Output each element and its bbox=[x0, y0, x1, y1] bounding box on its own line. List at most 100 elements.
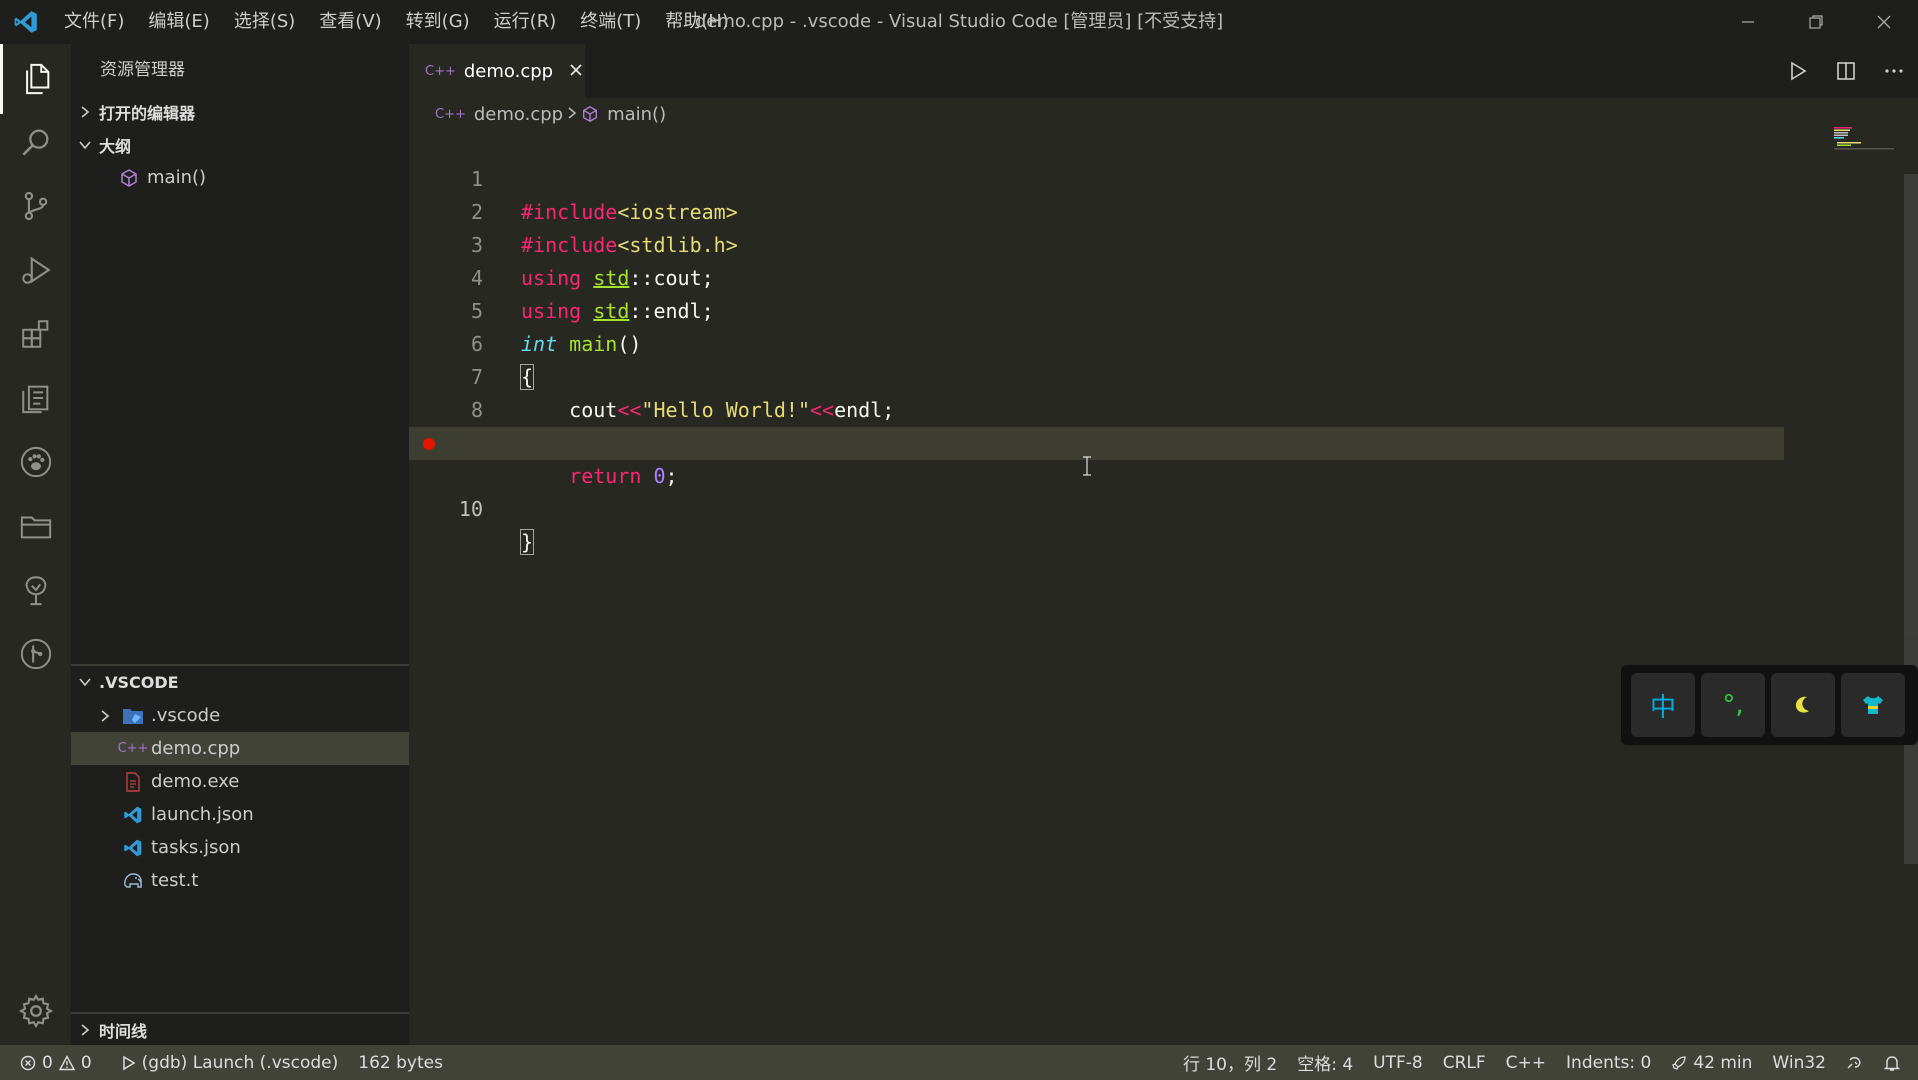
notifications-button[interactable] bbox=[1874, 1045, 1918, 1080]
search-activity[interactable] bbox=[0, 107, 71, 177]
tree-item-demo-exe[interactable]: demo.exe bbox=[71, 765, 409, 798]
files-icon bbox=[26, 63, 50, 95]
split-editor-icon bbox=[1837, 62, 1855, 80]
menu-file[interactable]: 文件(F) bbox=[52, 0, 136, 44]
chevron-right-icon bbox=[567, 104, 577, 125]
tree-item-tasks-json[interactable]: tasks.json bbox=[71, 831, 409, 864]
time-tracker[interactable]: 42 min bbox=[1661, 1045, 1762, 1080]
vertical-scrollbar[interactable] bbox=[1904, 174, 1918, 864]
warning-count: 0 bbox=[80, 1052, 92, 1073]
end-of-line[interactable]: CRLF bbox=[1433, 1045, 1496, 1080]
git-graph-activity[interactable] bbox=[0, 619, 71, 689]
cursor-position[interactable]: 行 10，列 2 bbox=[1173, 1045, 1287, 1080]
language-mode[interactable]: C++ bbox=[1496, 1045, 1556, 1080]
file-size: 162 bytes bbox=[358, 1052, 443, 1073]
tree-activity[interactable] bbox=[0, 555, 71, 625]
file-name: tasks.json bbox=[151, 837, 241, 858]
close-icon bbox=[570, 63, 582, 76]
title-bar: 文件(F) 编辑(E) 选择(S) 查看(V) 转到(G) 运行(R) 终端(T… bbox=[0, 0, 1918, 44]
method-cube-icon bbox=[115, 168, 143, 188]
close-window-button[interactable] bbox=[1850, 0, 1918, 44]
error-count: 0 bbox=[42, 1052, 53, 1073]
chevron-right-icon bbox=[71, 105, 99, 119]
tab-label: demo.cpp bbox=[463, 60, 554, 82]
platform[interactable]: Win32 bbox=[1762, 1045, 1836, 1080]
menu-view[interactable]: 查看(V) bbox=[307, 0, 393, 44]
file-name: test.t bbox=[151, 870, 199, 891]
play-icon bbox=[1791, 61, 1807, 81]
vscode-json-icon bbox=[119, 838, 147, 858]
run-code-button[interactable] bbox=[1774, 44, 1822, 98]
chevron-right-icon bbox=[71, 1023, 99, 1037]
minimap[interactable] bbox=[1834, 126, 1894, 150]
breadcrumb-file[interactable]: demo.cpp bbox=[474, 104, 563, 125]
problems-indicator[interactable]: 0 0 bbox=[0, 1045, 102, 1080]
play-icon bbox=[122, 1055, 136, 1070]
manage-activity[interactable] bbox=[0, 976, 71, 1046]
window-title: demo.cpp - .vscode - Visual Studio Code … bbox=[694, 11, 1224, 32]
menu-run[interactable]: 运行(R) bbox=[482, 0, 569, 44]
source-control-icon bbox=[24, 191, 47, 221]
tab-demo-cpp[interactable]: C++ demo.cpp bbox=[409, 44, 585, 98]
code-text: } bbox=[519, 529, 535, 555]
source-control-activity[interactable] bbox=[0, 171, 71, 241]
code-editor[interactable]: 1 #include<iostream> 2 #include<stdlib.h… bbox=[409, 130, 1909, 555]
outline-item-label: main() bbox=[147, 167, 207, 188]
text-cursor-icon bbox=[1083, 456, 1091, 476]
menu-terminal[interactable]: 终端(T) bbox=[568, 0, 653, 44]
restore-button[interactable] bbox=[1782, 0, 1850, 44]
timeline-section[interactable]: 时间线 bbox=[71, 1014, 409, 1046]
split-editor-button[interactable] bbox=[1822, 44, 1870, 98]
code-text: return 0; bbox=[569, 464, 678, 488]
debug-launch-item[interactable]: (gdb) Launch (.vscode) bbox=[112, 1045, 349, 1080]
code-line: 9 return 0; bbox=[409, 394, 1909, 488]
vscode-folder-icon bbox=[119, 706, 147, 726]
folder-section[interactable]: .VSCODE bbox=[71, 666, 409, 698]
code-line: 3 using std::cout; bbox=[409, 196, 1909, 290]
tab-close-button[interactable] bbox=[569, 61, 583, 82]
indentation[interactable]: 空格: 4 bbox=[1287, 1045, 1363, 1080]
search-icon bbox=[21, 129, 48, 156]
breakpoint-icon[interactable] bbox=[423, 438, 435, 450]
run-debug-activity[interactable] bbox=[0, 235, 71, 305]
feedback-button[interactable] bbox=[1836, 1045, 1874, 1080]
extensions-activity[interactable] bbox=[0, 299, 71, 369]
tree-item-demo-cpp[interactable]: C++ demo.cpp bbox=[71, 732, 409, 765]
tree-item-vscode-folder[interactable]: .vscode bbox=[71, 699, 409, 732]
editor-actions bbox=[1774, 44, 1918, 98]
file-name: demo.exe bbox=[151, 771, 240, 792]
ime-chinese-mode-button[interactable]: 中 bbox=[1631, 673, 1695, 737]
outline-section[interactable]: 大纲 bbox=[71, 129, 409, 161]
encoding[interactable]: UTF-8 bbox=[1363, 1045, 1433, 1080]
warning-icon bbox=[58, 1054, 75, 1070]
ime-width-button[interactable] bbox=[1771, 673, 1835, 737]
open-editors-section[interactable]: 打开的编辑器 bbox=[71, 96, 409, 128]
minimize-button[interactable] bbox=[1714, 0, 1782, 44]
outline-item-main[interactable]: main() bbox=[71, 161, 409, 194]
more-actions-button[interactable] bbox=[1870, 44, 1918, 98]
indents-count[interactable]: Indents: 0 bbox=[1556, 1045, 1661, 1080]
ime-punctuation-button[interactable]: °, bbox=[1701, 673, 1765, 737]
paw-activity[interactable] bbox=[0, 427, 71, 497]
cpp-file-icon: C++ bbox=[435, 106, 466, 122]
window-controls bbox=[1714, 0, 1918, 44]
explorer-activity[interactable] bbox=[0, 44, 71, 114]
ime-skin-button[interactable] bbox=[1841, 673, 1905, 737]
menu-go[interactable]: 转到(G) bbox=[394, 0, 482, 44]
moon-icon bbox=[1795, 696, 1809, 713]
menu-edit[interactable]: 编辑(E) bbox=[136, 0, 221, 44]
folder-label: .VSCODE bbox=[99, 672, 179, 692]
tree-item-test-t[interactable]: test.t bbox=[71, 864, 409, 897]
open-editors-label: 打开的编辑器 bbox=[99, 104, 196, 123]
remote-explorer-activity[interactable] bbox=[0, 363, 71, 433]
breadcrumb-symbol[interactable]: main() bbox=[607, 104, 666, 125]
code-line: 6 { bbox=[409, 295, 1909, 390]
file-name: launch.json bbox=[151, 804, 254, 825]
folder-activity[interactable] bbox=[0, 491, 71, 561]
tree-item-launch-json[interactable]: launch.json bbox=[71, 798, 409, 831]
timeline-label: 时间线 bbox=[99, 1022, 148, 1041]
status-bar-right: 行 10，列 2 空格: 4 UTF-8 CRLF C++ Indents: 0… bbox=[1173, 1045, 1918, 1080]
chevron-down-icon bbox=[71, 139, 99, 151]
time-label: 42 min bbox=[1693, 1052, 1753, 1073]
menu-selection[interactable]: 选择(S) bbox=[222, 0, 307, 44]
